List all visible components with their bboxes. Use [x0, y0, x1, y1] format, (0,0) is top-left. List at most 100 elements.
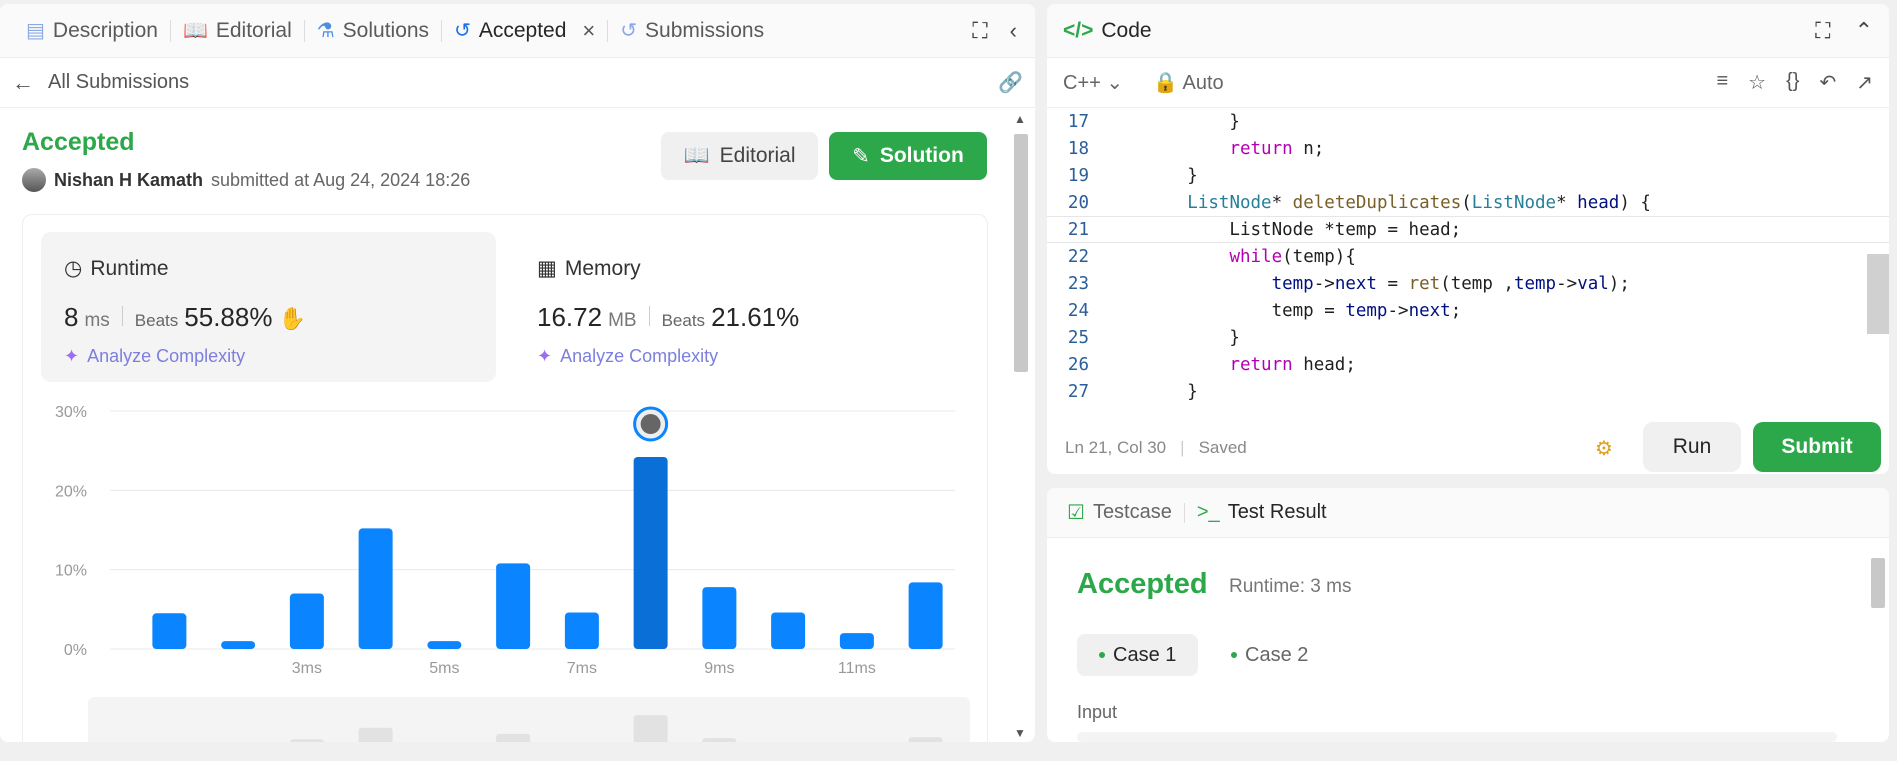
analyze-complexity-memory[interactable]: ✦ Analyze Complexity — [537, 346, 718, 367]
line-text: } — [1103, 165, 1198, 186]
maximize-icon[interactable]: ⛶ — [1815, 18, 1830, 44]
code-line[interactable]: 24 temp = temp->next; — [1047, 297, 1889, 324]
chart-bar[interactable] — [908, 582, 943, 649]
tab-description[interactable]: ▤ Description — [14, 4, 170, 57]
solution-button-label: Solution — [879, 144, 964, 167]
case-2-tab[interactable]: Case 2 — [1209, 634, 1330, 676]
code-editor[interactable]: 17 } 18 return n; 19 } 20 ListNode* deleteD… — [1047, 108, 1889, 408]
edit-icon: ✎ — [852, 144, 870, 168]
chart-bar[interactable] — [289, 593, 324, 649]
braces-icon[interactable]: {} — [1786, 70, 1799, 95]
analyze-complexity-runtime[interactable]: ✦ Analyze Complexity — [64, 346, 245, 367]
format-icon[interactable]: ≡ — [1717, 70, 1729, 95]
line-text: } — [1103, 111, 1240, 132]
scrollbar-thumb[interactable] — [1871, 558, 1885, 608]
submission-panel: ▤ Description 📖 Editorial ⚗ Solutions ↺ … — [0, 4, 1035, 742]
chart-bar[interactable] — [839, 633, 874, 649]
submission-status: Accepted — [22, 128, 135, 156]
code-line[interactable]: 20 ListNode* deleteDuplicates(ListNode* … — [1047, 189, 1889, 216]
chart-bar[interactable] — [221, 641, 256, 649]
left-tab-bar: ▤ Description 📖 Editorial ⚗ Solutions ↺ … — [0, 4, 1035, 58]
undo-icon[interactable]: ↶ — [1819, 70, 1836, 95]
chart-bar[interactable] — [496, 563, 531, 649]
pass-dot — [1231, 652, 1237, 658]
tab-label: Editorial — [215, 18, 292, 42]
line-text: return n; — [1229, 138, 1325, 159]
code-line[interactable]: 23 temp->next = ret(temp ,temp->val); — [1047, 270, 1889, 297]
chart-bar[interactable] — [771, 612, 806, 649]
tab-testcase[interactable]: Testcase — [1093, 501, 1172, 524]
sparkle-icon: ✦ — [64, 346, 80, 366]
chart-bar[interactable] — [358, 528, 393, 649]
code-line[interactable]: 22 while(temp){ — [1047, 243, 1889, 270]
code-line[interactable]: 26 return head; — [1047, 351, 1889, 378]
scroll-up-icon[interactable]: ▲ — [1014, 112, 1026, 126]
scroll-down-icon[interactable]: ▼ — [1014, 726, 1026, 740]
avatar — [640, 414, 661, 435]
line-number: 21 — [1067, 219, 1089, 240]
overview-bar — [908, 737, 943, 742]
submit-button[interactable]: Submit — [1753, 422, 1881, 472]
input-label: Input — [1077, 702, 1118, 722]
editorial-button[interactable]: 📖 Editorial — [661, 132, 818, 180]
debug-icon[interactable]: ⚙ — [1595, 436, 1613, 461]
y-tick-label: 10% — [55, 563, 87, 580]
chart-bar[interactable] — [427, 641, 462, 649]
y-tick-label: 20% — [55, 483, 87, 500]
line-text: while(temp){ — [1229, 246, 1356, 267]
line-number: 17 — [1067, 111, 1089, 132]
test-result-panel: ☑ Testcase >_ Test Result Accepted Runti… — [1047, 488, 1889, 742]
memory-title-label: Memory — [564, 256, 641, 280]
runtime-value: 8 ms Beats 55.88% ✋ — [64, 302, 306, 333]
sparkle-icon: ✦ — [537, 346, 553, 366]
code-line[interactable]: 19 } — [1047, 162, 1889, 189]
maximize-icon[interactable]: ⛶ — [972, 18, 987, 44]
tab-editorial[interactable]: 📖 Editorial — [171, 4, 304, 57]
run-button[interactable]: Run — [1643, 422, 1741, 472]
author-name[interactable]: Nishan H Kamath — [54, 170, 203, 191]
tab-label: Description — [52, 18, 158, 42]
code-line[interactable]: 25 } — [1047, 324, 1889, 351]
line-number: 19 — [1067, 165, 1089, 186]
tab-solutions[interactable]: ⚗ Solutions — [305, 4, 441, 57]
line-number: 22 — [1067, 246, 1089, 267]
arrow-left-icon[interactable]: ← — [12, 70, 34, 96]
language-select[interactable]: C++ ⌄ — [1063, 70, 1123, 95]
solution-button[interactable]: ✎ Solution — [829, 132, 987, 180]
chip-icon: ▦ — [537, 257, 557, 280]
expand-icon[interactable]: ↗ — [1856, 70, 1873, 95]
tab-submissions[interactable]: ↺ Submissions — [608, 4, 776, 57]
line-text: return head; — [1229, 354, 1356, 375]
chart-bar[interactable] — [633, 457, 668, 649]
code-line[interactable]: 18 return n; — [1047, 135, 1889, 162]
editor-scrollbar[interactable] — [1867, 254, 1889, 334]
code-line[interactable]: 17 } — [1047, 108, 1889, 135]
chart-bar[interactable] — [564, 612, 599, 649]
input-box — [1077, 732, 1837, 742]
case-1-tab[interactable]: Case 1 — [1077, 634, 1199, 676]
scrollbar-thumb[interactable] — [1014, 134, 1028, 372]
auto-mode[interactable]: 🔒 Auto — [1153, 70, 1224, 95]
code-panel: </> Code ⛶ ⌃ C++ ⌄ 🔒 Auto ≡ ☆ {} ↶ ↗ 17 … — [1047, 4, 1889, 474]
line-number: 25 — [1067, 327, 1089, 348]
code-line[interactable]: 21 ListNode *temp = head; — [1047, 216, 1889, 243]
result-scrollbar[interactable] — [1867, 548, 1889, 738]
tab-test-result[interactable]: Test Result — [1228, 501, 1327, 524]
all-submissions-link[interactable]: All Submissions — [48, 71, 189, 94]
left-scrollbar[interactable]: ▲ ▼ — [1010, 112, 1032, 742]
chart-bar[interactable] — [702, 587, 737, 649]
link-icon[interactable]: 🔗 — [998, 70, 1023, 95]
tab-accepted[interactable]: ↺ Accepted × — [442, 4, 607, 57]
chevron-left-icon[interactable]: ‹ — [1010, 18, 1017, 44]
bookmark-icon[interactable]: ☆ — [1748, 70, 1766, 95]
code-line[interactable]: 27 } — [1047, 378, 1889, 405]
line-text: ListNode *temp = head; — [1103, 219, 1462, 240]
overview-bar — [702, 738, 737, 742]
chart-bar[interactable] — [152, 613, 187, 649]
result-tabs: ☑ Testcase >_ Test Result — [1047, 488, 1889, 538]
close-icon[interactable]: × — [582, 18, 595, 44]
chevron-up-icon[interactable]: ⌃ — [1855, 18, 1873, 44]
editorial-button-label: Editorial — [719, 144, 796, 167]
x-tick-label: 7ms — [567, 660, 597, 677]
runtime-distribution-chart: 30% 20% 10% 0% 3ms 5ms 7ms 9ms 11ms — [55, 404, 970, 742]
